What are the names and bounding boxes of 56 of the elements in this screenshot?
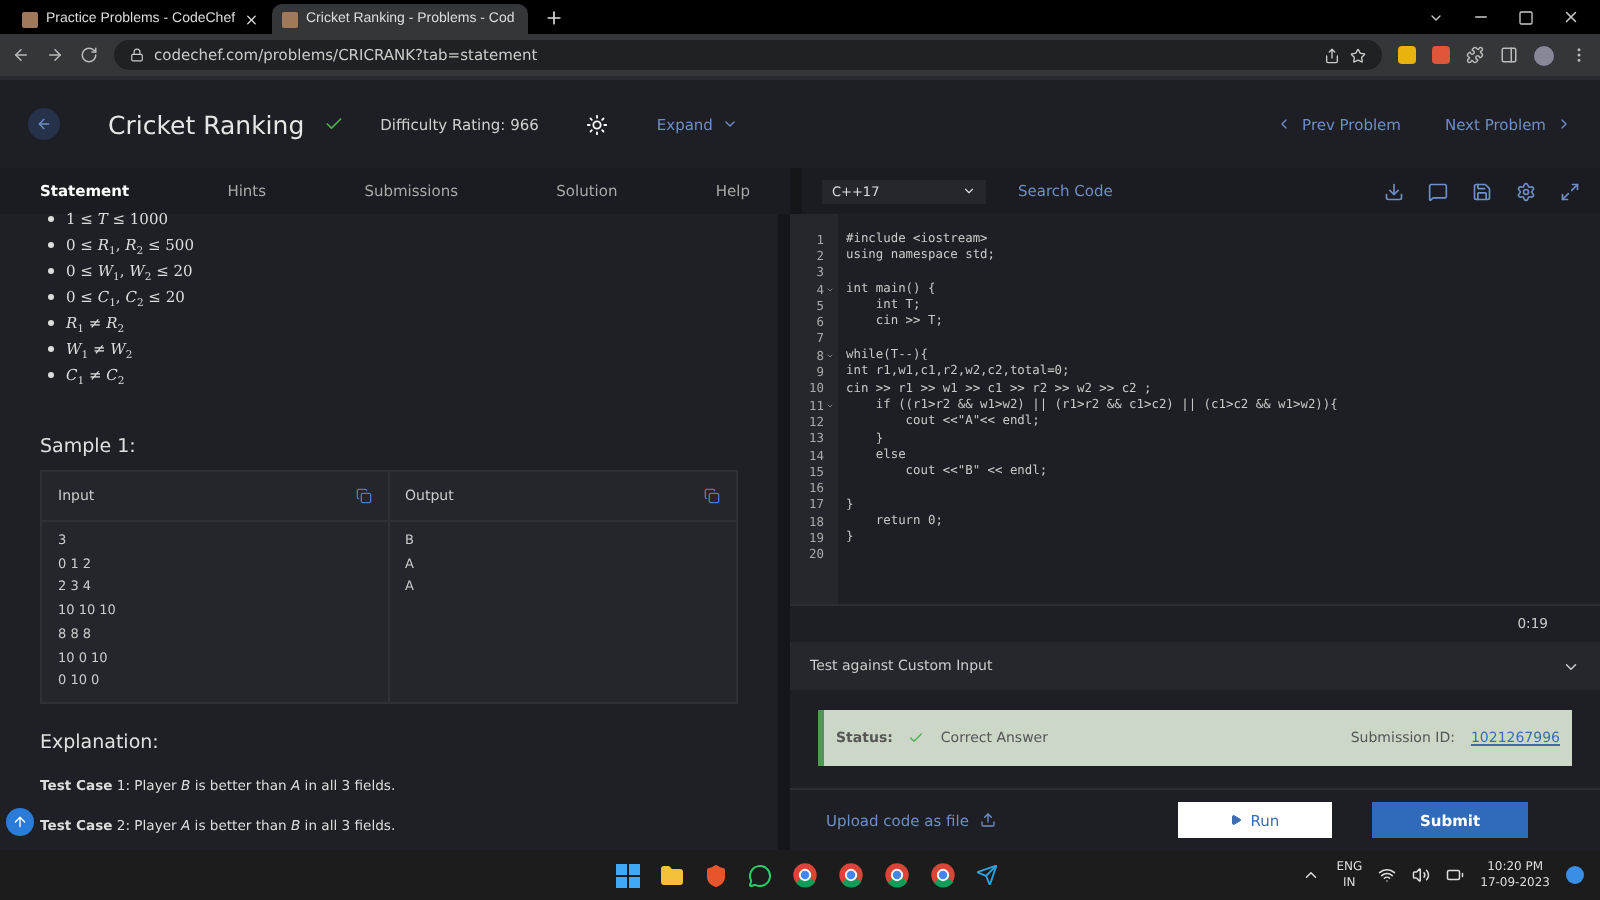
chevron-up-icon[interactable] — [1302, 866, 1321, 884]
close-icon[interactable] — [243, 11, 258, 27]
shield-icon[interactable] — [704, 863, 728, 887]
favicon — [282, 11, 298, 27]
side-panel-icon[interactable] — [1500, 46, 1518, 64]
chat-icon[interactable] — [748, 863, 772, 887]
chrome-icon[interactable] — [884, 862, 910, 888]
chrome-icon[interactable] — [838, 862, 864, 888]
arrow-up-icon — [12, 814, 28, 830]
reload-icon[interactable] — [80, 46, 98, 64]
favicon — [22, 11, 38, 27]
back-button[interactable] — [28, 108, 60, 140]
lock-icon — [130, 48, 144, 62]
paper-plane-icon[interactable] — [976, 864, 998, 886]
puzzle-icon[interactable] — [1466, 46, 1484, 64]
section-heading: Explanation: — [40, 732, 161, 754]
battery-icon[interactable] — [1446, 866, 1465, 884]
chevron-down-icon — [722, 116, 739, 132]
wifi-icon[interactable] — [1378, 866, 1397, 884]
bullet-icon — [48, 372, 54, 378]
bullet-icon — [48, 320, 54, 326]
close-icon[interactable] — [1562, 8, 1580, 26]
check-icon — [908, 730, 925, 746]
download-icon[interactable] — [1384, 181, 1404, 201]
copy-icon[interactable] — [355, 488, 371, 504]
windows-icon[interactable] — [616, 863, 640, 887]
maximize-icon[interactable] — [1518, 9, 1534, 25]
comment-icon[interactable] — [1428, 181, 1448, 201]
problem-title: Cricket Ranking — [108, 109, 305, 139]
bullet-icon — [48, 294, 54, 300]
save-icon[interactable] — [1472, 181, 1492, 201]
back-icon[interactable] — [12, 46, 30, 64]
bullet-icon — [48, 268, 54, 274]
fullscreen-icon[interactable] — [1560, 181, 1580, 201]
upload-icon[interactable] — [980, 812, 997, 828]
new-tab-icon[interactable] — [544, 7, 564, 27]
chevron-down-icon — [962, 184, 976, 198]
volume-icon[interactable] — [1412, 866, 1431, 884]
copy-icon[interactable] — [704, 488, 720, 504]
settings-icon[interactable] — [1516, 181, 1536, 201]
star-icon[interactable] — [1350, 47, 1366, 63]
notification-icon[interactable] — [1566, 866, 1584, 884]
folder-icon[interactable] — [660, 863, 684, 887]
avatar-icon[interactable] — [1534, 45, 1554, 65]
chrome-icon[interactable] — [930, 862, 956, 888]
chevron-right-icon — [1556, 116, 1572, 132]
bullet-icon — [48, 346, 54, 352]
play-icon — [1230, 814, 1243, 826]
theme-icon[interactable] — [586, 113, 609, 135]
bullet-icon — [48, 216, 54, 222]
bullet-icon — [48, 242, 54, 248]
forward-icon[interactable] — [46, 46, 64, 64]
chrome-icon[interactable] — [792, 862, 818, 888]
share-icon[interactable] — [1324, 47, 1340, 63]
arrow-left-icon — [36, 116, 52, 132]
section-heading: Sample 1: — [40, 436, 138, 458]
